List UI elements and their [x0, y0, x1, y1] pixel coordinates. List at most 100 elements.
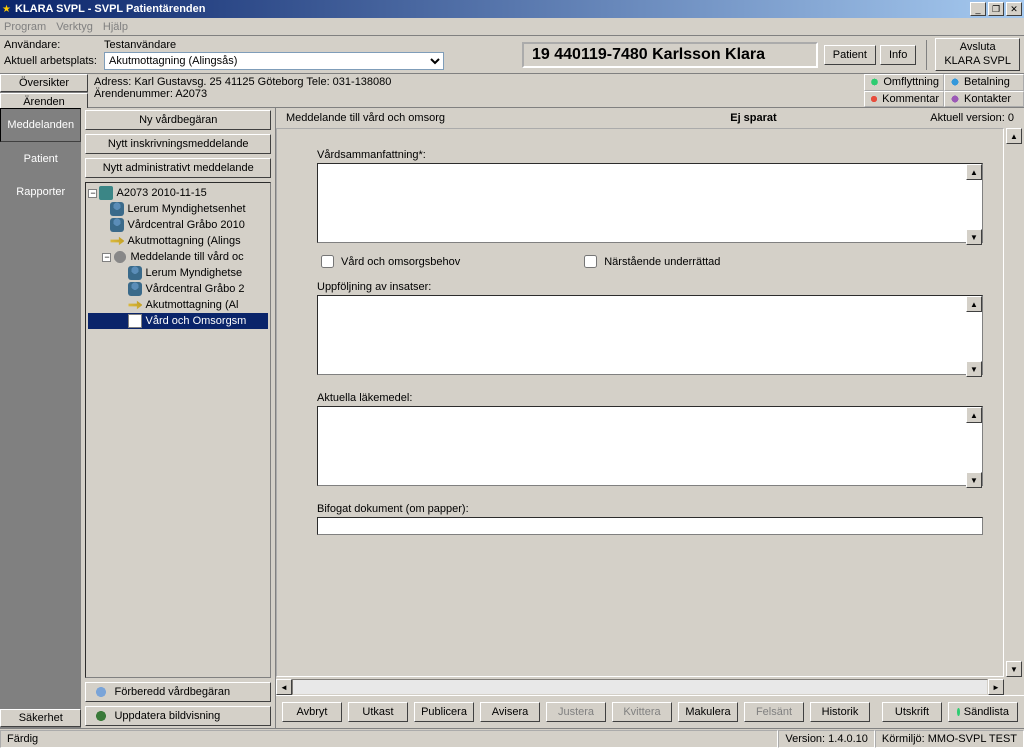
document-icon [128, 314, 142, 328]
horizontal-scrollbar[interactable]: ◄ ► [276, 679, 1004, 695]
tree-item-selected[interactable]: Vård och Omsorgsm [88, 313, 268, 329]
lakemedel-label: Aktuella läkemedel: [317, 392, 983, 404]
tab-rapporter[interactable]: Rapporter [0, 176, 81, 208]
patient-button[interactable]: Patient [824, 45, 876, 65]
user-toolbar: Användare:Testanvändare Aktuell arbetspl… [0, 36, 1024, 74]
omflyttning-icon [869, 76, 880, 88]
forberedd-button[interactable]: Förberedd vårdbegäran [85, 682, 271, 702]
arendenummer-text: Ärendenummer: A2073 [94, 88, 858, 100]
person-icon [94, 685, 108, 699]
tree-item[interactable]: Vårdcentral Gråbo 2 [88, 281, 268, 297]
tree-item[interactable]: Lerum Myndighetsenhet [88, 201, 268, 217]
scroll-left-button[interactable]: ◄ [276, 679, 292, 695]
kommentar-icon [869, 93, 879, 105]
publicera-button[interactable]: Publicera [414, 702, 474, 722]
kommentar-button[interactable]: Kommentar [864, 91, 944, 108]
utkast-button[interactable]: Utkast [348, 702, 408, 722]
kontakter-icon [949, 93, 961, 105]
tree-item[interactable]: Akutmottagning (Al [88, 297, 268, 313]
person-icon [110, 218, 124, 232]
window-title: KLARA SVPL - SVPL Patientärenden [15, 3, 970, 15]
utskrift-button[interactable]: Utskrift [882, 702, 942, 722]
scroll-up-icon[interactable]: ▲ [966, 296, 982, 312]
vard-omsorgsbehov-checkbox[interactable]: Vård och omsorgsbehov [317, 252, 460, 271]
left-panel: Ny vårdbegäran Nytt inskrivningsmeddelan… [81, 108, 276, 728]
betalning-button[interactable]: Betalning [944, 74, 1024, 91]
vardsammanfattning-input[interactable] [317, 163, 983, 243]
scroll-right-button[interactable]: ► [988, 679, 1004, 695]
scroll-up-button[interactable]: ▲ [1006, 128, 1022, 144]
case-tree[interactable]: −A2073 2010-11-15 Lerum Myndighetsenhet … [85, 182, 271, 678]
status-bar: Färdig Version: 1.4.0.10 Körmiljö: MMO-S… [0, 728, 1024, 748]
avsluta-button[interactable]: Avsluta KLARA SVPL [935, 38, 1020, 70]
bifogat-input[interactable] [317, 517, 983, 535]
key-icon [128, 298, 142, 312]
uppfoljning-input[interactable] [317, 295, 983, 375]
nytt-inskrivning-button[interactable]: Nytt inskrivningsmeddelande [85, 134, 271, 154]
bifogat-label: Bifogat dokument (om papper): [317, 503, 983, 515]
menu-hjalp[interactable]: Hjälp [103, 21, 128, 33]
sandlista-button[interactable]: Sändlista [948, 702, 1018, 722]
justera-button: Justera [546, 702, 606, 722]
avbryt-button[interactable]: Avbryt [282, 702, 342, 722]
maximize-button[interactable]: ❐ [988, 2, 1004, 16]
menu-bar: Program Verktyg Hjälp [0, 18, 1024, 36]
tree-item[interactable]: Lerum Myndighetse [88, 265, 268, 281]
address-text: Adress: Karl Gustavsg. 25 41125 Göteborg… [94, 76, 858, 88]
person-icon [128, 266, 142, 280]
ny-vardbegaran-button[interactable]: Ny vårdbegäran [85, 110, 271, 130]
tab-patient[interactable]: Patient [0, 143, 81, 175]
menu-program[interactable]: Program [4, 21, 46, 33]
arbetsplats-select[interactable]: Akutmottagning (Alingsås) [104, 52, 444, 70]
tab-oversikter[interactable]: Översikter [0, 74, 88, 92]
scroll-down-icon[interactable]: ▼ [966, 361, 982, 377]
tree-item[interactable]: −Meddelande till vård oc [88, 249, 268, 265]
form-title: Meddelande till vård och omsorg [286, 112, 730, 124]
key-icon [110, 234, 124, 248]
tree-root[interactable]: −A2073 2010-11-15 [88, 185, 268, 201]
omflyttning-button[interactable]: Omflyttning [864, 74, 944, 91]
refresh-icon [94, 709, 108, 723]
status-kormiljo: Körmiljö: MMO-SVPL TEST [875, 730, 1024, 748]
historik-button[interactable]: Historik [810, 702, 870, 722]
vardsammanfattning-label: Vårdsammanfattning*: [317, 149, 983, 161]
info-button[interactable]: Info [880, 45, 916, 65]
scroll-down-icon[interactable]: ▼ [966, 229, 982, 245]
nytt-admin-button[interactable]: Nytt administrativt meddelande [85, 158, 271, 178]
person-icon [128, 282, 142, 296]
kontakter-button[interactable]: Kontakter [944, 91, 1024, 108]
avisera-button[interactable]: Avisera [480, 702, 540, 722]
person-icon [110, 202, 124, 216]
status-version: Version: 1.4.0.10 [778, 730, 875, 748]
lakemedel-input[interactable] [317, 406, 983, 486]
content-area: Meddelande till vård och omsorg Ej spara… [276, 108, 1024, 728]
scroll-up-icon[interactable]: ▲ [966, 164, 982, 180]
minimize-button[interactable]: _ [970, 2, 986, 16]
arbetsplats-label: Aktuell arbetsplats: [4, 55, 104, 67]
folder-icon [99, 186, 113, 200]
scroll-down-button[interactable]: ▼ [1006, 661, 1022, 677]
tab-meddelanden[interactable]: Meddelanden [0, 108, 81, 142]
scroll-up-icon[interactable]: ▲ [966, 407, 982, 423]
uppfoljning-label: Uppföljning av insatser: [317, 281, 983, 293]
unsaved-label: Ej sparat [730, 112, 930, 124]
anvandare-value: Testanvändare [104, 39, 176, 51]
divider [926, 40, 927, 70]
felsant-button: Felsänt [744, 702, 804, 722]
title-bar: ★ KLARA SVPL - SVPL Patientärenden _ ❐ ✕ [0, 0, 1024, 18]
tree-item[interactable]: Vårdcentral Gråbo 2010 [88, 217, 268, 233]
status-text: Färdig [0, 730, 778, 748]
makulera-button[interactable]: Makulera [678, 702, 738, 722]
tab-sakerhet[interactable]: Säkerhet [0, 709, 81, 727]
close-button[interactable]: ✕ [1006, 2, 1022, 16]
narstaende-checkbox[interactable]: Närstående underrättad [580, 252, 720, 271]
menu-verktyg[interactable]: Verktyg [56, 21, 93, 33]
scroll-down-icon[interactable]: ▼ [966, 472, 982, 488]
uppdatera-button[interactable]: Uppdatera bildvisning [85, 706, 271, 726]
anvandare-label: Användare: [4, 39, 104, 51]
star-icon: ★ [2, 4, 11, 15]
patient-id-label: 19 440119-7480 Karlsson Klara [522, 42, 818, 68]
betalning-icon [949, 76, 961, 88]
kvittera-button: Kvittera [612, 702, 672, 722]
tree-item[interactable]: Akutmottagning (Alings [88, 233, 268, 249]
